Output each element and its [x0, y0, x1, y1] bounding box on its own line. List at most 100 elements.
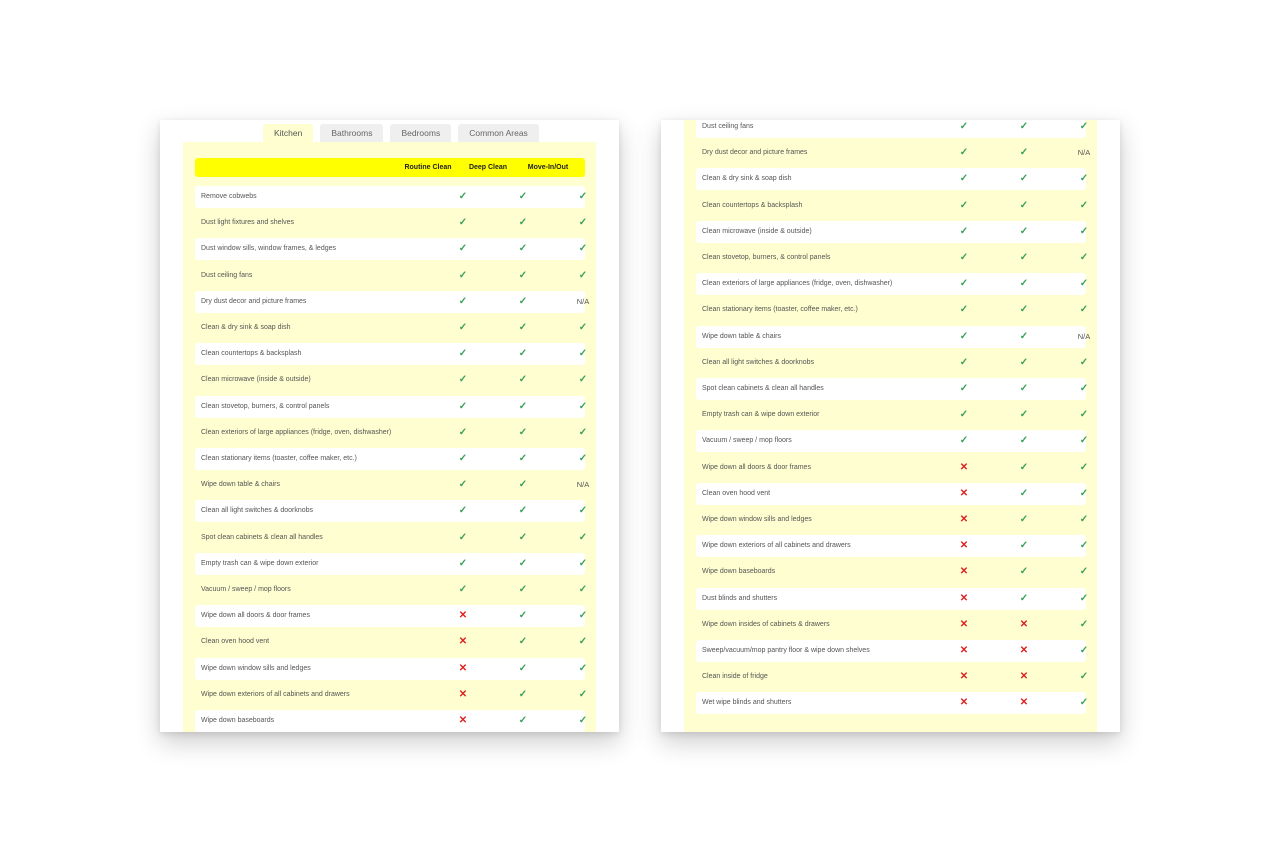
cross-icon: ✕ — [1019, 697, 1029, 709]
cross-icon: ✕ — [959, 540, 969, 552]
checkmark-icon: ✓ — [1019, 540, 1029, 552]
table-header: Routine Clean Deep Clean Move-In/Out — [195, 158, 585, 177]
checkmark-icon: ✓ — [518, 217, 528, 229]
checkmark-icon: ✓ — [518, 348, 528, 360]
checkmark-icon: ✓ — [578, 715, 588, 726]
table-row: Dry dust decor and picture frames ✓ ✓ N/A — [195, 290, 589, 313]
task-label: Clean all light switches & doorknobs — [201, 507, 314, 515]
checkmark-icon: ✓ — [1019, 304, 1029, 316]
checkmark-icon: ✓ — [1019, 173, 1029, 185]
left-page-card: Kitchen Bathrooms Bedrooms Common Areas … — [160, 120, 619, 732]
checkmark-icon: ✓ — [1079, 278, 1089, 290]
task-label: Clean inside of fridge — [702, 673, 768, 681]
table-row: Wipe down table & chairs ✓ ✓ N/A — [696, 325, 1090, 348]
checkmark-icon: ✓ — [959, 173, 969, 185]
not-applicable-move-in-out: N/A — [1077, 148, 1091, 158]
table-row: Clean countertops & backsplash ✓ ✓ ✓ — [696, 195, 1088, 217]
checkmark-icon: ✓ — [959, 435, 969, 447]
task-label: Wipe down insides of cabinets & drawers — [702, 620, 830, 628]
tab-bathrooms[interactable]: Bathrooms — [320, 124, 384, 142]
checkmark-icon: ✓ — [518, 715, 528, 726]
cross-icon: ✕ — [959, 671, 969, 683]
table-row: Clean stovetop, burners, & control panel… — [195, 395, 587, 418]
cross-icon: ✕ — [959, 566, 969, 578]
task-label: Dust window sills, window frames, & ledg… — [201, 245, 336, 253]
checkmark-icon: ✓ — [1079, 173, 1089, 185]
checkmark-icon: ✓ — [1019, 514, 1029, 525]
table-row: Empty trash can & wipe down exterior ✓ ✓ ✓ — [195, 552, 587, 575]
table-row: Clean countertops & backsplash ✓ ✓ ✓ — [195, 343, 587, 366]
table-row: Clean exteriors of large appliances (fri… — [195, 422, 587, 444]
checkmark-icon: ✓ — [959, 330, 969, 342]
checkmark-icon: ✓ — [959, 252, 969, 263]
checkmark-icon: ✓ — [578, 610, 588, 622]
table-row: Empty trash can & wipe down exterior ✓ ✓ ✓ — [696, 404, 1088, 426]
checkmark-icon: ✓ — [458, 479, 468, 491]
cross-icon: ✕ — [458, 636, 468, 648]
table-row: Wipe down exteriors of all cabinets and … — [696, 535, 1088, 558]
checkmark-icon: ✓ — [578, 557, 588, 569]
checkmark-icon: ✓ — [458, 191, 468, 202]
cross-icon: ✕ — [1019, 645, 1029, 656]
checkmark-icon: ✓ — [1079, 252, 1089, 263]
table-row: Clean oven hood vent ✕ ✓ ✓ — [696, 482, 1088, 505]
tab-common-areas[interactable]: Common Areas — [458, 124, 539, 142]
checkmark-icon: ✓ — [1079, 540, 1089, 552]
task-label: Clean & dry sink & soap dish — [201, 324, 291, 331]
checkmark-icon: ✓ — [518, 322, 528, 333]
checkmark-icon: ✓ — [1079, 592, 1089, 604]
table-row: Clean oven hood vent ✕ ✓ ✓ — [195, 631, 587, 653]
task-label: Clean stationary items (toaster, coffee … — [702, 306, 858, 314]
task-label: Clean oven hood vent — [201, 638, 270, 646]
task-label: Clean stationary items (toaster, coffee … — [201, 455, 357, 462]
table-row: Clean stovetop, burners, & control panel… — [696, 247, 1088, 269]
cross-icon: ✕ — [458, 662, 468, 674]
checkmark-icon: ✓ — [578, 636, 588, 648]
task-label: Clean microwave (inside & outside) — [201, 376, 311, 384]
checkmark-icon: ✓ — [518, 610, 528, 622]
checkmark-icon: ✓ — [1019, 199, 1029, 211]
checkmark-icon: ✓ — [458, 400, 468, 412]
checkmark-icon: ✓ — [959, 199, 969, 211]
checkmark-icon: ✓ — [458, 557, 468, 569]
checkmark-icon: ✓ — [518, 505, 528, 517]
cross-icon: ✕ — [959, 461, 969, 473]
checkmark-icon: ✓ — [1019, 147, 1029, 159]
table-row: Wipe down exteriors of all cabinets and … — [195, 684, 587, 706]
checkmark-icon: ✓ — [1079, 671, 1089, 683]
cross-icon: ✕ — [959, 487, 969, 499]
tab-bedrooms[interactable]: Bedrooms — [390, 124, 452, 142]
task-label: Empty trash can & wipe down exterior — [702, 411, 820, 419]
checkmark-icon: ✓ — [959, 278, 969, 290]
table-row: Dry dust decor and picture frames ✓ ✓ N/A — [696, 142, 1090, 164]
task-label: Dust blinds and shutters — [702, 594, 778, 602]
cross-icon: ✕ — [959, 618, 969, 630]
task-label: Wipe down exteriors of all cabinets and … — [201, 690, 350, 698]
tab-kitchen[interactable]: Kitchen — [263, 124, 314, 142]
checkmark-icon: ✓ — [578, 322, 588, 333]
task-label: Wipe down window sills and ledges — [201, 664, 311, 672]
task-label: Wipe down table & chairs — [702, 332, 781, 340]
cross-icon: ✕ — [458, 688, 468, 700]
checkmark-icon: ✓ — [959, 225, 969, 237]
checkmark-icon: ✓ — [1079, 618, 1089, 630]
checkmark-icon: ✓ — [518, 269, 528, 281]
checkmark-icon: ✓ — [458, 531, 468, 543]
checkmark-icon: ✓ — [518, 295, 528, 307]
table-row: Clean microwave (inside & outside) ✓ ✓ ✓ — [195, 369, 587, 391]
checkmark-icon: ✓ — [458, 217, 468, 229]
task-label: Wipe down all doors & door frames — [201, 612, 310, 620]
task-label: Spot clean cabinets & clean all handles — [201, 533, 323, 541]
checkmark-icon: ✓ — [959, 121, 969, 132]
checkmark-icon: ✓ — [518, 557, 528, 569]
checkmark-icon: ✓ — [578, 191, 588, 202]
checkmark-icon: ✓ — [518, 662, 528, 674]
checkmark-icon: ✓ — [1019, 252, 1029, 263]
table-row: Clean & dry sink & soap dish ✓ ✓ ✓ — [195, 317, 587, 339]
table-row: Wipe down window sills and ledges ✕ ✓ ✓ — [696, 509, 1088, 531]
task-label: Dust ceiling fans — [702, 123, 754, 130]
task-label: Vacuum / sweep / mop floors — [702, 437, 792, 445]
checkmark-icon: ✓ — [518, 453, 528, 464]
table-row: Clean stationary items (toaster, coffee … — [195, 448, 587, 470]
checkmark-icon: ✓ — [1019, 383, 1029, 394]
